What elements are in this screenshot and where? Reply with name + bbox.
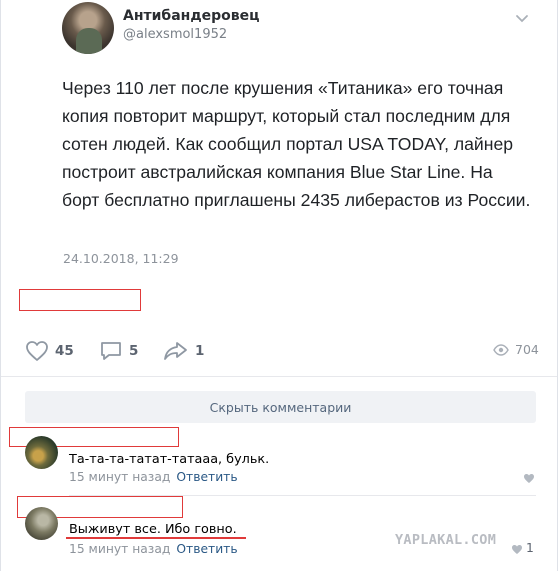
share-button[interactable]: 1 xyxy=(163,338,204,364)
author-handle[interactable]: @alexsmol1952 xyxy=(123,27,227,42)
comment-avatar[interactable] xyxy=(25,436,58,469)
reply-link[interactable]: Ответить xyxy=(176,542,237,556)
comment-icon xyxy=(101,342,121,360)
comment-time[interactable]: 15 минут назад xyxy=(69,470,170,484)
author-name[interactable]: Антибандеровец xyxy=(123,8,260,24)
like-count: 45 xyxy=(55,343,74,359)
comment-button[interactable]: 5 xyxy=(99,338,138,364)
comment-text: Та-та-та-татат-татааа, бульк. xyxy=(69,452,270,467)
post-date[interactable]: 24.10.2018, 11:29 xyxy=(63,251,179,266)
comment-text: Выживут все. Ибо говно. xyxy=(69,522,237,537)
author-avatar[interactable] xyxy=(62,2,114,54)
watermark: YAPLAKAL.COM xyxy=(395,532,497,548)
views-counter: 704 xyxy=(493,342,539,357)
divider xyxy=(1,376,557,377)
comment-count: 5 xyxy=(129,343,139,359)
share-icon xyxy=(164,342,187,360)
comment-like-count: 1 xyxy=(526,541,534,555)
comment-meta: 15 минут назад Ответить xyxy=(69,542,238,556)
redaction-underline xyxy=(66,537,246,539)
post-text: Через 110 лет после крушения «Титаника» … xyxy=(62,78,531,210)
chevron-down-icon[interactable] xyxy=(515,14,529,24)
reply-link[interactable]: Ответить xyxy=(176,470,237,484)
like-button[interactable]: 45 xyxy=(25,338,74,364)
comment-avatar[interactable] xyxy=(25,507,58,540)
heart-icon xyxy=(26,341,48,361)
heart-icon[interactable] xyxy=(511,544,523,555)
redaction-box xyxy=(19,289,141,311)
views-count: 704 xyxy=(515,342,539,357)
eye-icon xyxy=(493,343,509,356)
hide-comments-button[interactable]: Скрыть комментарии xyxy=(25,391,536,423)
share-count: 1 xyxy=(195,343,205,359)
comment-time[interactable]: 15 минут назад xyxy=(69,542,170,556)
heart-icon[interactable] xyxy=(523,473,535,484)
comment-meta: 15 минут назад Ответить xyxy=(69,470,238,484)
